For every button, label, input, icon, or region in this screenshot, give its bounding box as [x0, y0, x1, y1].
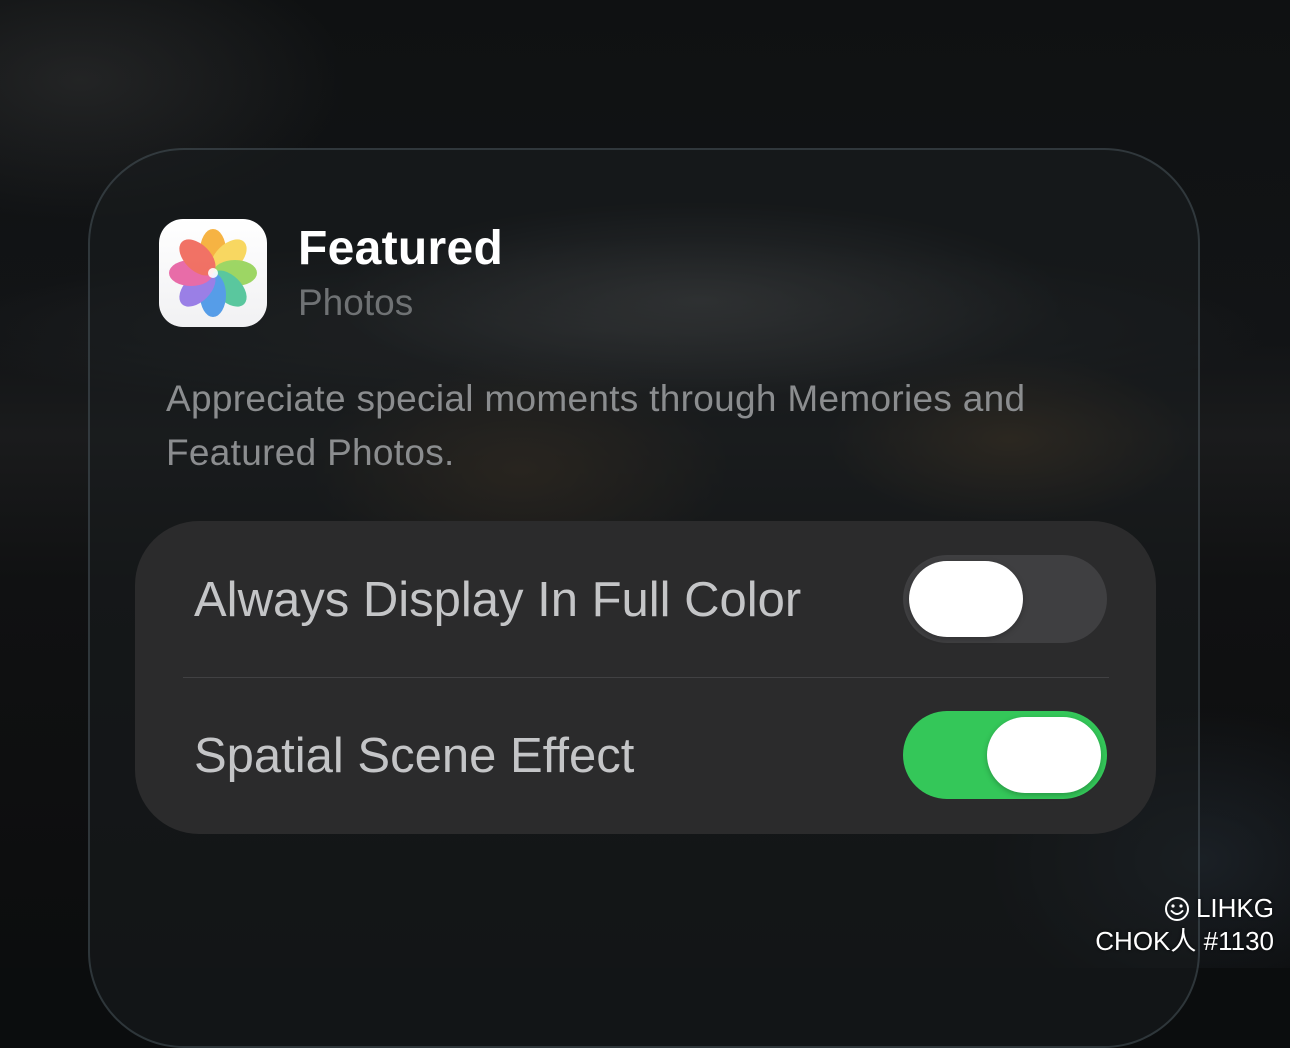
watermark-brand: LIHKG	[1195, 893, 1274, 923]
watermark: LIHKG CHOK人 #1130	[1095, 892, 1274, 958]
widget-app-name: Photos	[298, 282, 414, 323]
watermark-user: CHOK人 #1130	[1095, 926, 1274, 956]
spatial-scene-toggle[interactable]	[903, 711, 1107, 799]
setting-row-spatial-scene[interactable]: Spatial Scene Effect	[135, 678, 1156, 834]
setting-row-full-color[interactable]: Always Display In Full Color	[135, 521, 1156, 677]
settings-group: Always Display In Full Color Spatial Sce…	[135, 521, 1156, 834]
setting-label-full-color: Always Display In Full Color	[194, 573, 802, 627]
widget-title: Featured	[298, 222, 504, 275]
toggle-knob	[909, 561, 1023, 637]
toggle-knob	[987, 717, 1101, 793]
setting-label-spatial-scene: Spatial Scene Effect	[194, 729, 635, 783]
smiley-icon	[1164, 896, 1189, 921]
widget-description: Appreciate special moments through Memor…	[166, 378, 1026, 473]
photos-app-icon	[159, 219, 267, 327]
full-color-toggle[interactable]	[903, 555, 1107, 643]
